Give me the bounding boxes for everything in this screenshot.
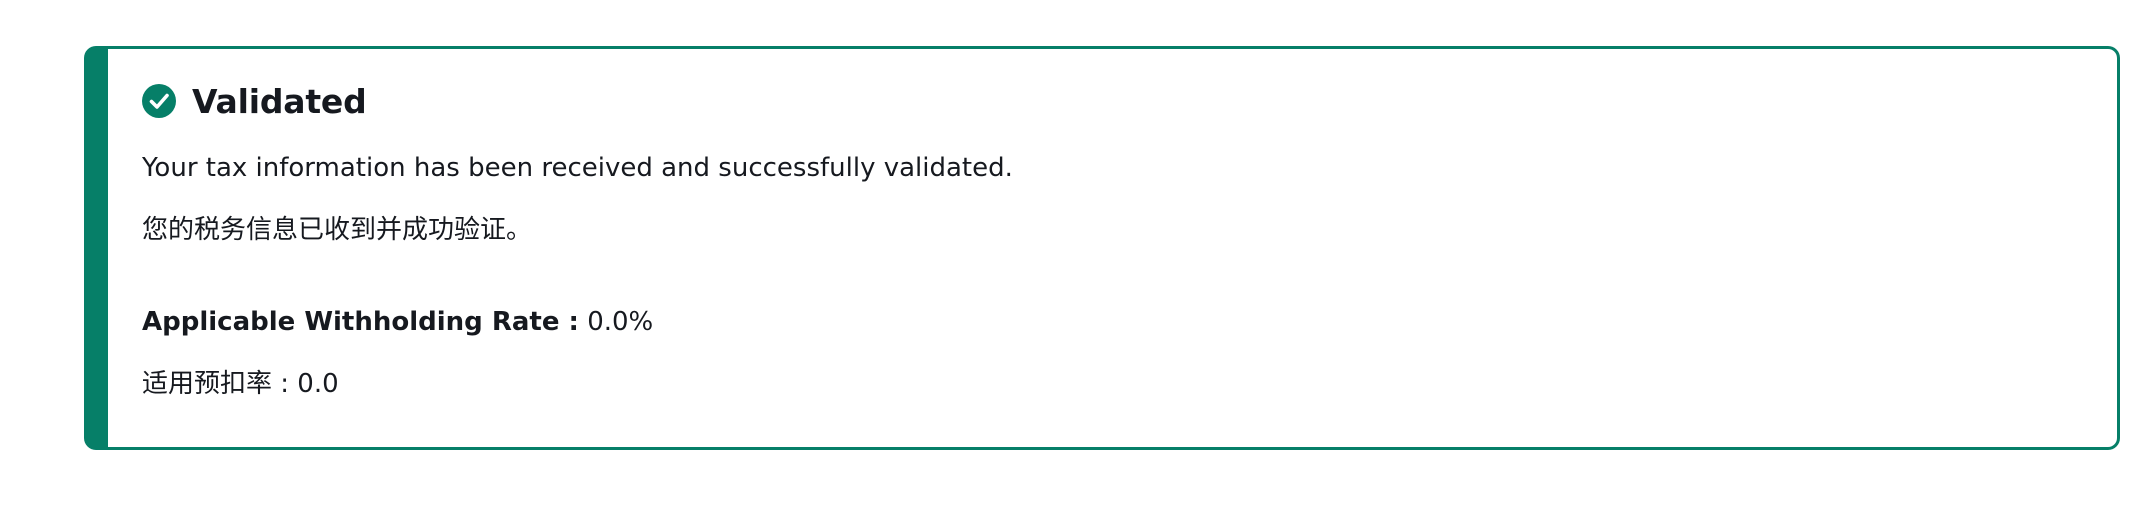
alert-header: Validated <box>142 81 367 121</box>
withholding-rate-label: Applicable Withholding Rate : <box>142 307 579 337</box>
alert-title: Validated <box>192 81 367 121</box>
withholding-rate-value-zh: 0.0 <box>297 369 339 399</box>
check-circle-icon <box>142 84 176 118</box>
validation-message-zh: 您的税务信息已收到并成功验证。 <box>142 215 533 245</box>
withholding-rate-row-zh: 适用预扣率 : 0.0 <box>142 363 339 400</box>
withholding-rate-row: Applicable Withholding Rate : 0.0% <box>142 307 653 337</box>
validation-message-en: Your tax information has been received a… <box>142 153 1013 183</box>
withholding-rate-label-zh: 适用预扣率 : <box>142 369 290 399</box>
validation-alert: Validated Your tax information has been … <box>84 46 2120 450</box>
withholding-rate-value: 0.0% <box>587 307 654 337</box>
